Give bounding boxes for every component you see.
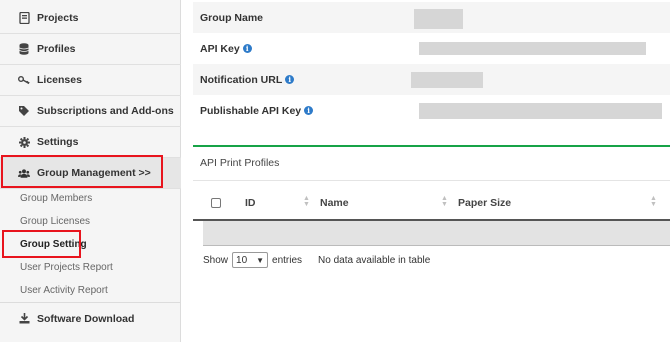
group-name-value-redacted <box>414 9 463 29</box>
sidebar-item-subscriptions[interactable]: Subscriptions and Add-ons <box>0 96 181 127</box>
sidebar-item-label: Subscriptions and Add-ons <box>37 105 174 117</box>
empty-table-message: No data available in table <box>318 254 431 266</box>
sidebar-subitem-group-members[interactable]: Group Members <box>20 193 92 204</box>
sidebar-subitem-user-activity-report[interactable]: User Activity Report <box>20 285 108 296</box>
select-all-checkbox[interactable] <box>211 198 221 208</box>
publishable-api-key-value-redacted <box>419 103 662 119</box>
download-icon <box>18 313 30 325</box>
field-label-text: Publishable API Key <box>200 104 302 117</box>
document-icon <box>18 12 30 24</box>
highlight-box-group-management <box>1 155 163 188</box>
table-footer: Show 10 ▼ entries No data available in t… <box>203 252 430 268</box>
panel-divider <box>193 180 670 181</box>
sidebar-subitem-user-projects-report[interactable]: User Projects Report <box>20 262 113 273</box>
sidebar-item-label: Licenses <box>37 74 82 86</box>
notification-url-label: Notification URL i <box>193 73 295 86</box>
info-icon[interactable]: i <box>304 106 314 115</box>
entries-select[interactable]: 10 ▼ <box>232 252 269 268</box>
highlight-box-group-setting <box>2 230 81 258</box>
table-row <box>203 221 670 245</box>
column-header-paper-size[interactable]: Paper Size <box>458 197 511 209</box>
entries-select-value: 10 <box>236 254 248 266</box>
info-icon[interactable]: i <box>242 44 252 53</box>
show-label: Show <box>203 254 229 266</box>
database-icon <box>18 43 30 55</box>
entries-label: entries <box>272 254 303 266</box>
field-label-text: API Key <box>200 42 240 55</box>
notification-url-value-redacted <box>411 72 483 88</box>
publishable-api-key-label: Publishable API Key i <box>193 104 314 117</box>
field-label-text: Notification URL <box>200 73 283 86</box>
sidebar-subitem-group-licenses[interactable]: Group Licenses <box>20 216 90 227</box>
sidebar-item-label: Software Download <box>37 312 135 325</box>
api-print-profiles-panel: API Print Profiles ID ▲ ▼ Name ▲ ▼ Paper S… <box>193 145 670 307</box>
key-icon <box>18 74 30 86</box>
sidebar-item-settings[interactable]: Settings <box>0 127 181 158</box>
panel-title: API Print Profiles <box>200 157 280 169</box>
sort-icon[interactable]: ▲ ▼ <box>650 195 657 208</box>
sidebar-item-label: Projects <box>37 12 79 24</box>
gear-icon <box>18 136 30 148</box>
tag-icon <box>18 105 30 117</box>
sidebar-item-label: Settings <box>37 136 79 148</box>
group-name-label: Group Name <box>193 12 263 24</box>
api-key-value-redacted <box>419 42 646 55</box>
sidebar-item-projects[interactable]: Projects <box>0 3 181 34</box>
api-key-label: API Key i <box>193 43 252 55</box>
sidebar-item-profiles[interactable]: Profiles <box>0 34 181 65</box>
sidebar-item-licenses[interactable]: Licenses <box>0 65 181 96</box>
column-header-name[interactable]: Name <box>320 197 349 209</box>
info-icon[interactable]: i <box>285 75 295 84</box>
table-header: ID ▲ ▼ Name ▲ ▼ Paper Size ▲ ▼ <box>203 193 670 218</box>
sidebar-item-software-download[interactable]: Software Download <box>0 303 181 334</box>
table-bottom-border <box>203 245 670 246</box>
sort-icon[interactable]: ▲ ▼ <box>303 195 310 208</box>
chevron-down-icon: ▼ <box>256 255 265 265</box>
sort-icon[interactable]: ▲ ▼ <box>441 195 448 208</box>
column-header-id[interactable]: ID <box>245 197 256 209</box>
field-label-text: Group Name <box>200 11 264 24</box>
sidebar-item-label: Profiles <box>37 43 76 55</box>
